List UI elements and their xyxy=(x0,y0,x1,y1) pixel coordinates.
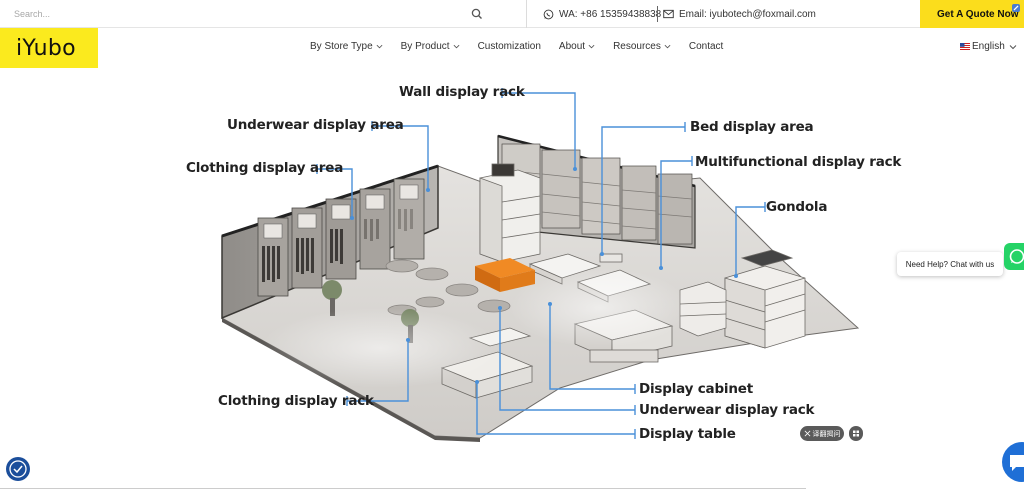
whatsapp-chat-button[interactable] xyxy=(1004,243,1024,270)
whatsapp-number: WA: +86 15359438838 xyxy=(559,8,662,20)
translate-widget[interactable]: 译翻揭问 xyxy=(800,426,844,441)
link-icon xyxy=(1012,4,1020,12)
contact-divider xyxy=(657,6,658,22)
brand-logo[interactable]: iYubo xyxy=(0,28,98,68)
label-multifunctional-display-rack: Multifunctional display rack xyxy=(695,154,902,170)
whatsapp-icon xyxy=(1009,249,1024,264)
label-clothing-display-area: Clothing display area xyxy=(186,160,344,176)
need-help-tooltip[interactable]: Need Help? Chat with us xyxy=(897,252,1003,276)
search-input[interactable] xyxy=(14,4,454,24)
mail-icon xyxy=(663,9,674,19)
us-flag-icon xyxy=(960,43,970,50)
page-divider xyxy=(0,488,806,489)
accessibility-button[interactable] xyxy=(6,457,30,481)
translate-label: 译翻揭问 xyxy=(812,430,841,438)
language-label: English xyxy=(972,41,1005,52)
get-quote-button[interactable]: Get A Quote Now xyxy=(920,0,1024,28)
whatsapp-contact[interactable]: WA: +86 15359438838 xyxy=(543,0,661,28)
search-icon[interactable] xyxy=(468,5,486,23)
language-selector[interactable]: English xyxy=(960,41,1017,52)
label-bed-display-area: Bed display area xyxy=(690,119,814,135)
nav-label: About xyxy=(558,41,586,52)
nav-resources[interactable]: Resources xyxy=(613,41,671,52)
nav-by-store-type[interactable]: By Store Type xyxy=(310,41,383,52)
brand-logo-text: iYubo xyxy=(16,35,76,61)
chat-icon xyxy=(1010,455,1024,471)
accessibility-icon xyxy=(9,460,27,478)
grid-icon xyxy=(853,430,859,437)
need-help-text: Need Help? Chat with us xyxy=(905,259,995,269)
nav-customization[interactable]: Customization xyxy=(478,41,541,52)
email-address: Email: iyubotech@foxmail.com xyxy=(679,8,816,20)
nav-contact[interactable]: Contact xyxy=(689,41,723,52)
label-display-table: Display table xyxy=(639,426,736,442)
label-gondola: Gondola xyxy=(766,199,828,215)
nav-label: Customization xyxy=(477,41,541,52)
nav-label: Contact xyxy=(688,41,724,52)
translate-icon xyxy=(804,430,810,437)
whatsapp-icon xyxy=(543,9,554,19)
nav-about[interactable]: About xyxy=(559,41,595,52)
chevron-down-icon xyxy=(664,44,671,49)
chevron-down-icon xyxy=(1009,44,1017,49)
nav-label: By Product xyxy=(400,41,450,52)
chevron-down-icon xyxy=(588,44,595,49)
label-underwear-display-area: Underwear display area xyxy=(227,117,404,133)
label-clothing-display-rack: Clothing display rack xyxy=(218,393,374,409)
wall-display-rack-unit xyxy=(479,163,541,263)
search-box xyxy=(0,0,527,28)
label-display-cabinet: Display cabinet xyxy=(639,381,753,397)
top-bar: WA: +86 15359438838 Email: iyubotech@fox… xyxy=(0,0,1024,28)
chevron-down-icon xyxy=(376,44,383,49)
main-nav: By Store Type By Product Customization A… xyxy=(310,41,741,52)
email-contact[interactable]: Email: iyubotech@foxmail.com xyxy=(663,0,816,28)
grid-widget[interactable] xyxy=(849,426,863,441)
nav-by-product[interactable]: By Product xyxy=(401,41,460,52)
chevron-down-icon xyxy=(453,44,459,49)
nav-label: Resources xyxy=(613,41,661,52)
live-chat-button[interactable] xyxy=(1002,442,1024,482)
label-wall-display-rack: Wall display rack xyxy=(399,84,525,100)
get-quote-label: Get A Quote Now xyxy=(937,8,1019,20)
nav-label: By Store Type xyxy=(310,41,373,52)
label-underwear-display-rack: Underwear display rack xyxy=(639,402,815,418)
